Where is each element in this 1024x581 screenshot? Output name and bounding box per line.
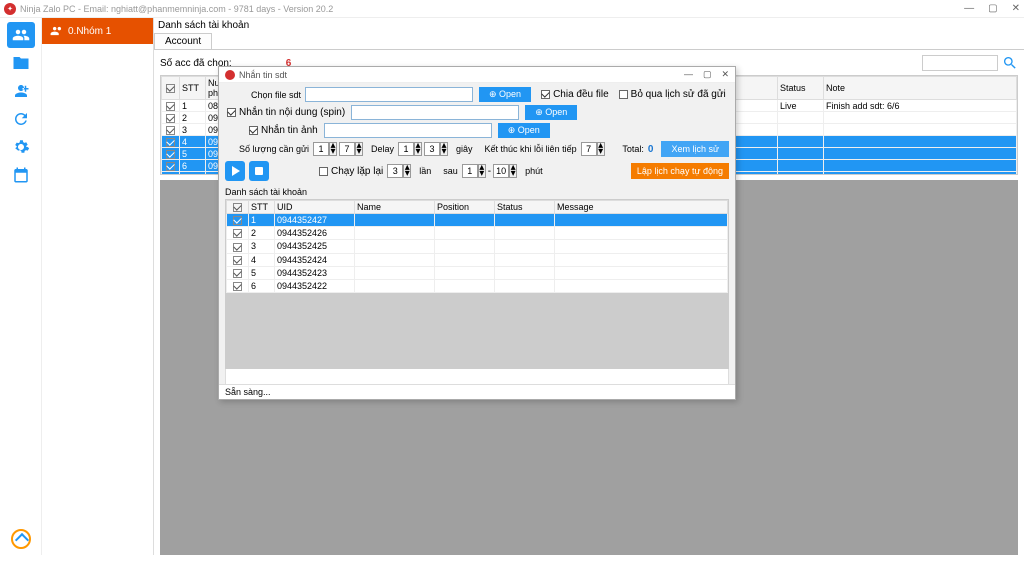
search-icon[interactable] — [1002, 55, 1018, 71]
loop-checkbox[interactable]: Chạy lặp lại — [319, 166, 383, 177]
modal-minimize[interactable]: — — [684, 69, 693, 80]
sidebar-friends[interactable] — [7, 78, 35, 104]
anh-input[interactable] — [324, 123, 492, 138]
group-panel: 0.Nhóm 1 — [42, 18, 154, 555]
lap-lich-button[interactable]: Lập lịch chạy tự động — [631, 163, 729, 179]
sidebar-settings[interactable] — [7, 134, 35, 160]
titlebar: ✦ Ninja Zalo PC - Email: nghiatt@phanmem… — [0, 0, 1024, 18]
list-item[interactable]: 30944352425 — [227, 240, 728, 253]
search-input[interactable] — [922, 55, 998, 71]
window-title: Ninja Zalo PC - Email: nghiatt@phanmemni… — [20, 4, 333, 14]
hdr-chk[interactable] — [162, 77, 180, 100]
soluong1-spin[interactable]: ▴▾ — [313, 142, 337, 156]
sidebar-folder[interactable] — [7, 50, 35, 76]
open-noidung-button[interactable]: ⊕ Open — [525, 105, 577, 120]
file-sdt-input[interactable] — [305, 87, 473, 102]
maximize-button[interactable]: ▢ — [988, 3, 997, 14]
anh-checkbox[interactable]: Nhắn tin ảnh — [249, 125, 318, 136]
list-item[interactable]: 40944352424 — [227, 253, 728, 266]
left-sidebar — [0, 18, 42, 555]
sidebar-refresh[interactable] — [7, 106, 35, 132]
sau1-spin[interactable]: ▴▾ — [462, 164, 486, 178]
play-button[interactable] — [225, 161, 245, 181]
sub-table[interactable]: STT UID Name Position Status Message 109… — [225, 199, 729, 369]
open-file-button[interactable]: ⊕ Open — [479, 87, 531, 102]
app-icon: ✦ — [4, 3, 16, 15]
noidung-input[interactable] — [351, 105, 519, 120]
sub-title: Danh sách tài khoản — [225, 185, 729, 199]
list-item[interactable]: 20944352426 — [227, 227, 728, 240]
list-item[interactable]: 60944352422 — [227, 279, 728, 292]
loop-spin[interactable]: ▴▾ — [387, 164, 411, 178]
modal-maximize[interactable]: ▢ — [703, 69, 712, 80]
noidung-checkbox[interactable]: Nhắn tin nội dung (spin) — [227, 107, 345, 118]
close-button[interactable]: ✕ — [1012, 3, 1020, 14]
list-item[interactable]: 10944352427 — [227, 214, 728, 227]
chia-deu-checkbox[interactable]: Chia đều file — [541, 89, 609, 100]
group-label: 0.Nhóm 1 — [68, 26, 111, 37]
ketthuc-spin[interactable]: ▴▾ — [581, 142, 605, 156]
sidebar-calendar[interactable] — [7, 162, 35, 188]
soluong2-spin[interactable]: ▴▾ — [339, 142, 363, 156]
xem-lich-su-button[interactable]: Xem lịch sử — [661, 141, 729, 157]
sidebar-logo — [11, 529, 31, 549]
modal-status: Sẵn sàng... — [219, 384, 735, 399]
tab-account[interactable]: Account — [154, 33, 212, 49]
stop-button[interactable] — [249, 161, 269, 181]
group-header[interactable]: 0.Nhóm 1 — [42, 18, 153, 44]
sau2-spin[interactable]: ▴▾ — [493, 164, 517, 178]
modal-close[interactable]: ✕ — [721, 69, 729, 80]
delay2-spin[interactable]: ▴▾ — [424, 142, 448, 156]
total-value: 0 — [648, 144, 654, 155]
minimize-button[interactable]: — — [964, 3, 974, 14]
section-title: Danh sách tài khoản — [154, 18, 1024, 33]
list-item[interactable]: 50944352423 — [227, 266, 728, 279]
sidebar-accounts[interactable] — [7, 22, 35, 48]
open-anh-button[interactable]: ⊕ Open — [498, 123, 550, 138]
modal-icon — [225, 70, 235, 80]
delay1-spin[interactable]: ▴▾ — [398, 142, 422, 156]
modal-title-text: Nhắn tin sdt — [239, 70, 287, 80]
modal-nhantin: Nhắn tin sdt — ▢ ✕ Chọn file sdt ⊕ Open … — [218, 66, 736, 400]
bo-qua-checkbox[interactable]: Bỏ qua lịch sử đã gửi — [619, 89, 726, 100]
